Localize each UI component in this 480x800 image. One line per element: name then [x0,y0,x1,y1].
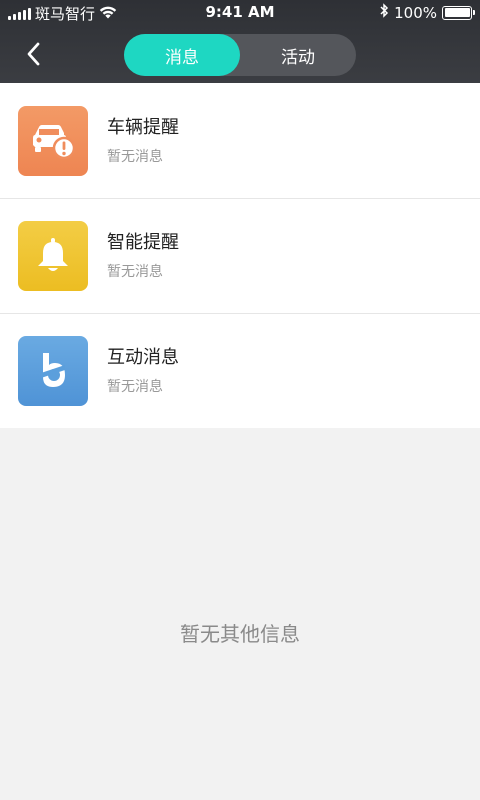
battery-icon [442,5,475,20]
tab-messages[interactable]: 消息 [124,34,240,76]
status-right: 100% [379,3,475,22]
car-alert-icon [18,105,88,176]
list-item-vehicle-alerts[interactable]: 车辆提醒 暂无消息 [0,83,480,198]
item-title: 车辆提醒 [107,116,179,138]
list-item-interaction-messages[interactable]: 互动消息 暂无消息 [0,313,480,428]
item-subtitle: 暂无消息 [107,379,163,395]
segment-control: 消息 活动 [124,34,356,76]
back-button[interactable] [20,40,48,68]
bell-icon [18,221,88,291]
empty-state-text: 暂无其他信息 [180,622,300,646]
item-title: 智能提醒 [107,232,179,253]
top-bar: 斑马智行 9:41 AM 100% 消息 活动 [0,0,480,83]
interaction-logo-icon [18,336,88,406]
item-title: 互动消息 [107,347,179,368]
item-subtitle: 暂无消息 [107,148,163,165]
bluetooth-icon [379,3,389,22]
chevron-left-icon [27,42,40,66]
battery-percent: 100% [394,3,437,22]
status-bar: 斑马智行 9:41 AM 100% [0,0,480,26]
tab-activities[interactable]: 活动 [240,34,356,76]
list-item-smart-alerts[interactable]: 智能提醒 暂无消息 [0,198,480,313]
message-category-list: 车辆提醒 暂无消息 智能提醒 暂无消息 互动消息 暂无消息 [0,83,480,428]
item-subtitle: 暂无消息 [107,264,163,280]
